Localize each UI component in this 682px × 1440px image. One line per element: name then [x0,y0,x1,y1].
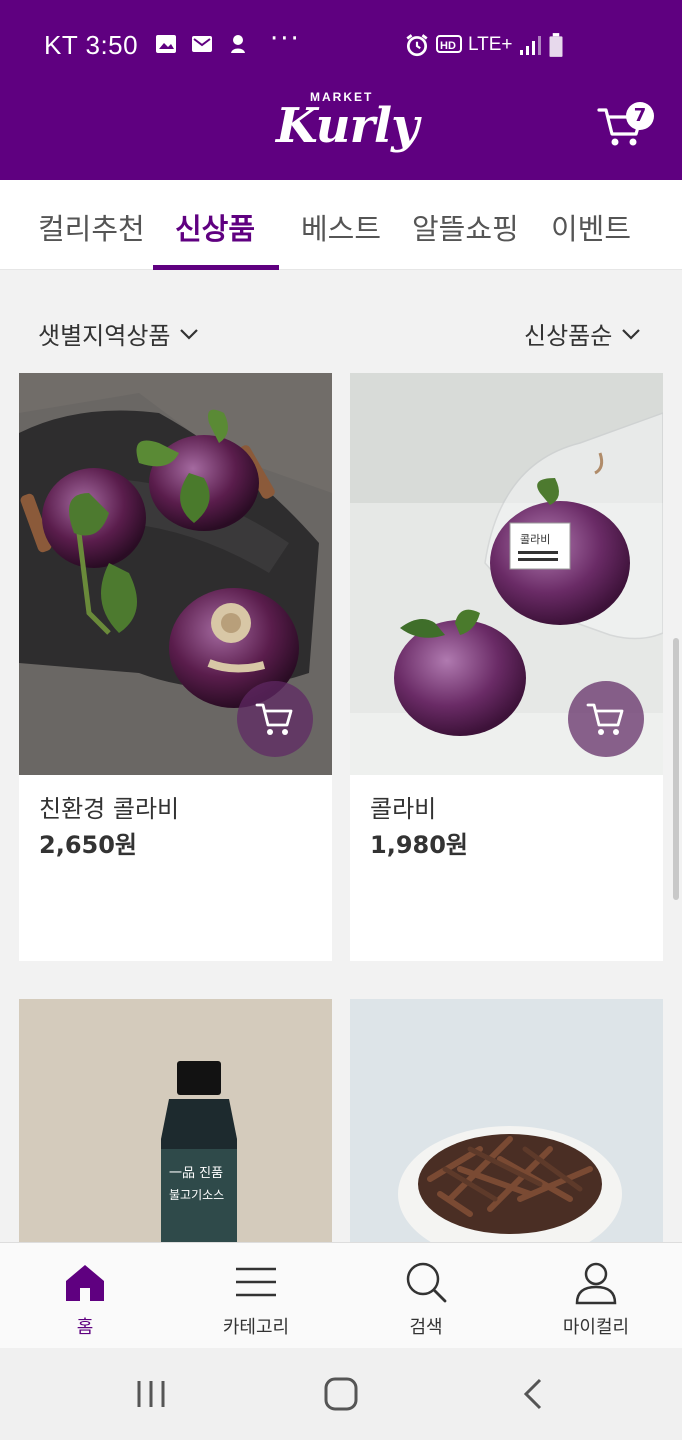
back-icon[interactable] [518,1376,548,1412]
nav-search-label: 검색 [409,1317,443,1338]
svg-text:HD: HD [440,40,456,52]
home-button-icon[interactable] [323,1376,359,1412]
cart-count-badge: 7 [626,102,654,130]
status-icons: HD LTE+ [404,30,565,60]
bottle-label-brand: 一品 진품 [169,1166,223,1181]
sort-label: 신상품순 [524,322,613,350]
active-tab-indicator [153,265,279,270]
product-name[interactable]: 친환경 콜라비 [39,789,179,824]
battery-icon [549,33,563,57]
system-navigation-bar [0,1348,682,1440]
product-card[interactable]: 콜라비 콜라비 1,980원 [350,373,663,961]
sort-dropdown[interactable]: 신상품순 [524,316,642,351]
product-card[interactable] [350,999,663,1242]
product-price: 1,980원 [370,831,468,859]
hd-voice-icon: HD [436,35,462,53]
product-card[interactable]: 一品 진품 불고기소스 [19,999,332,1242]
product-name[interactable]: 콜라비 [370,789,436,824]
tab-new-products[interactable]: 신상품 [175,206,255,248]
home-icon [66,1265,104,1301]
menu-icon [236,1267,276,1297]
carrier-time: KT 3:50 [44,30,139,60]
nav-home[interactable]: 홈 [0,1243,170,1349]
region-filter-label: 샛별지역상품 [38,322,171,350]
kurly-logo[interactable]: MARKET Kurly [276,84,419,166]
tab-recommend[interactable]: 컬리추천 [38,206,145,248]
scrollbar[interactable] [673,638,679,900]
logo-kurly-text: Kurly [276,98,419,154]
bag-label-text: 콜라비 [520,533,550,546]
nav-category-label: 카테고리 [222,1317,290,1338]
region-filter-dropdown[interactable]: 샛별지역상품 [38,316,200,351]
tab-best[interactable]: 베스트 [301,206,381,248]
nav-category[interactable]: 카테고리 [171,1243,341,1349]
chevron-down-icon [180,328,199,340]
product-image-kohlrabi[interactable] [19,373,332,775]
product-card[interactable]: 친환경 콜라비 2,650원 [19,373,332,961]
product-image-braised-fernbrake[interactable] [350,999,663,1242]
recent-apps-icon[interactable] [134,1376,168,1412]
more-notifications: ··· [270,24,301,54]
nav-my-kurly[interactable]: 마이컬리 [511,1243,681,1349]
add-to-cart-button[interactable] [568,681,644,757]
nav-search[interactable]: 검색 [341,1243,511,1349]
product-price: 2,650원 [39,831,137,859]
product-image-bulgogi-sauce[interactable]: 一品 진품 불고기소스 [19,999,332,1242]
app-header: KT 3:50 ··· HD LTE+ MARKET Kurly 7 [0,0,682,180]
product-image-kohlrabi-bag[interactable]: 콜라비 [350,373,663,775]
cart-icon [586,703,624,735]
add-to-cart-button[interactable] [237,681,313,757]
mail-icon [192,36,212,52]
alarm-icon [406,34,428,57]
chevron-down-icon [622,328,641,340]
status-bar: KT 3:50 ··· HD LTE+ [0,20,682,70]
nav-my-kurly-label: 마이컬리 [562,1317,630,1338]
notification-icon [231,35,245,53]
search-icon [406,1262,447,1303]
cart-icon [255,703,293,735]
tab-bargain[interactable]: 알뜰쇼핑 [412,206,519,248]
gallery-icon [156,35,176,53]
network-type: LTE+ [468,34,513,55]
signal-icon [519,36,541,55]
nav-home-label: 홈 [76,1317,94,1338]
bottle-label-name: 불고기소스 [169,1188,224,1202]
bottom-navigation: 홈 카테고리 검색 마이컬리 [0,1242,682,1348]
tab-event[interactable]: 이벤트 [551,206,631,248]
category-tabs: 컬리추천 신상품 베스트 알뜰쇼핑 이벤트 [0,180,682,270]
user-icon [575,1262,617,1305]
